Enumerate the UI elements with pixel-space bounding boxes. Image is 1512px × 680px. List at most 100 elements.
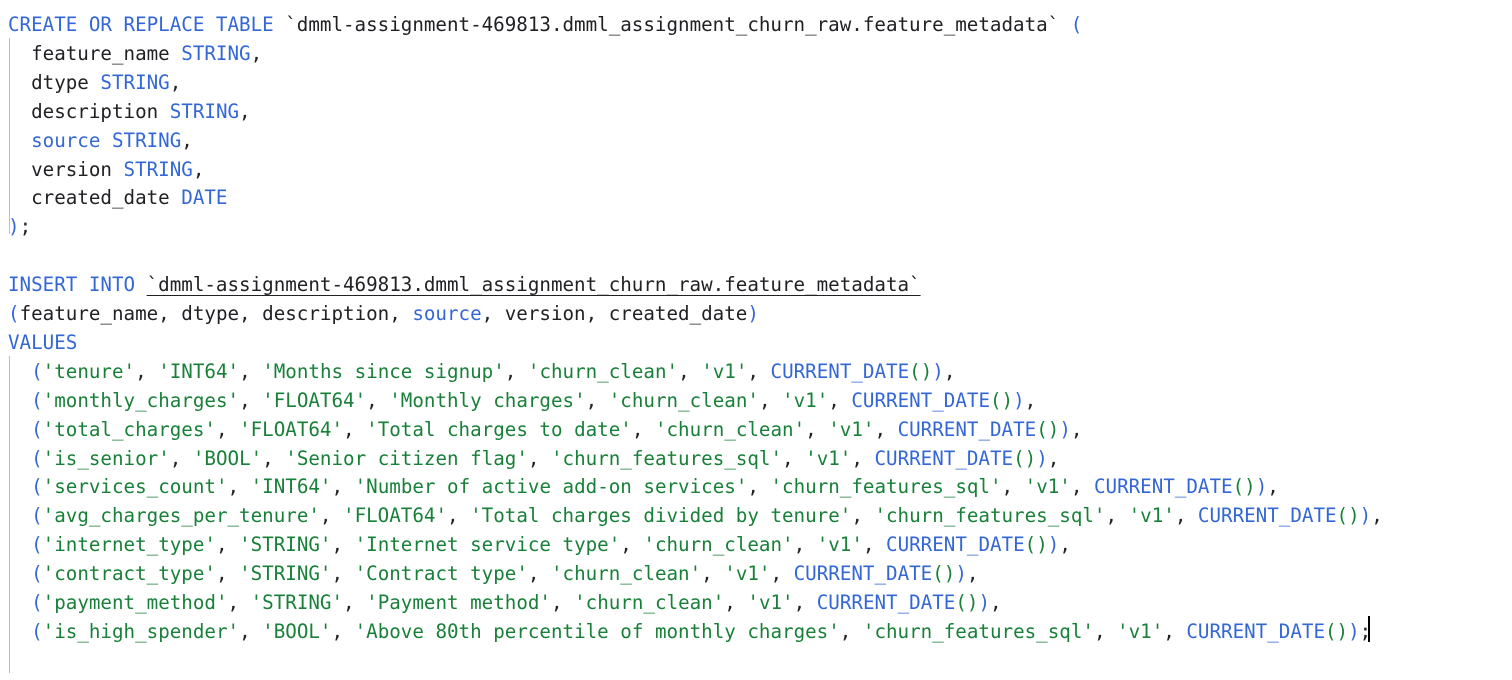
code-token: 'churn_features_sql' — [770, 475, 1002, 499]
code-token: , — [770, 562, 794, 586]
code-line[interactable]: ('contract_type', 'STRING', 'Contract ty… — [0, 559, 978, 588]
code-line[interactable]: ('total_charges', 'FLOAT64', 'Total char… — [0, 415, 1082, 444]
code-token: , — [343, 591, 367, 614]
code-line[interactable]: ('services_count', 'INT64', 'Number of a… — [0, 472, 1279, 501]
code-token: 'v1' — [805, 446, 852, 470]
code-token: ( — [31, 562, 43, 586]
code-line[interactable]: SELECT * FROM `dmml-assignment-469813.dm… — [0, 675, 944, 680]
code-line[interactable]: dtype STRING, — [0, 68, 181, 97]
code-token: , — [851, 446, 875, 470]
code-token: ) — [932, 359, 944, 383]
code-token: () — [1325, 619, 1349, 643]
code-token: source — [412, 302, 482, 325]
code-line[interactable]: (feature_name, dtype, description, sourc… — [0, 299, 759, 328]
code-token: 'Senior citizen flag' — [285, 446, 528, 470]
code-token: CURRENT_DATE — [886, 533, 1025, 557]
code-token: , — [990, 591, 1002, 614]
code-token: , — [793, 591, 817, 614]
code-token: 'is_high_spender' — [42, 619, 240, 643]
code-token: () — [1036, 417, 1060, 441]
code-token: ) — [1059, 417, 1071, 441]
code-token: , — [758, 388, 783, 412]
code-token: STRING — [111, 128, 182, 152]
code-line[interactable]: ('is_senior', 'BOOL', 'Senior citizen fl… — [0, 444, 1059, 473]
code-token: 'services_count' — [42, 475, 228, 499]
code-token: 'v1' — [1128, 504, 1175, 528]
code-token: 'payment_method' — [42, 591, 228, 614]
code-token: , — [839, 619, 863, 643]
code-token: , — [1267, 475, 1279, 499]
code-token: , — [1163, 619, 1187, 643]
code-line[interactable]: INSERT INTO `dmml-assignment-469813.dmml… — [0, 270, 921, 299]
code-token: 'churn_clean' — [574, 591, 725, 614]
code-token: 'Number of active add-on services' — [354, 475, 748, 499]
code-token: ) — [747, 302, 759, 325]
code-token: , — [874, 417, 898, 441]
code-token: 'STRING' — [239, 562, 332, 586]
code-line[interactable]: created_date DATE — [0, 183, 227, 212]
code-token: , — [793, 533, 817, 557]
text-cursor — [1368, 616, 1370, 642]
code-line[interactable]: ('tenure', 'INT64', 'Months since signup… — [0, 357, 955, 386]
code-token: 'monthly_charges' — [42, 388, 240, 412]
code-line[interactable]: ('avg_charges_per_tenure', 'FLOAT64', 'T… — [0, 501, 1383, 530]
code-token: ) — [1036, 446, 1048, 470]
code-token: 'churn_clean' — [643, 533, 794, 557]
code-token: ( — [8, 302, 20, 325]
code-line[interactable]: version STRING, — [0, 155, 204, 184]
code-line[interactable]: ('is_high_spender', 'BOOL', 'Above 80th … — [0, 617, 1371, 646]
code-token: , — [215, 533, 240, 557]
sql-editor[interactable]: CREATE OR REPLACE TABLE `dmml-assignment… — [0, 0, 1512, 680]
code-line[interactable]: ); — [0, 212, 31, 241]
code-token: CURRENT_DATE — [897, 417, 1037, 441]
code-line[interactable] — [0, 241, 8, 270]
code-token: ) — [1348, 619, 1360, 643]
code-token: , — [631, 417, 655, 441]
code-line[interactable]: source STRING, — [0, 126, 193, 155]
code-line[interactable]: description STRING, — [0, 97, 251, 126]
code-token: 'churn_features_sql' — [862, 619, 1094, 643]
code-line[interactable]: feature_name STRING, — [0, 39, 262, 68]
code-token: , — [1001, 475, 1025, 499]
code-token: ) — [1359, 504, 1372, 528]
code-token: , — [169, 70, 182, 94]
code-line[interactable]: ('monthly_charges', 'FLOAT64', 'Monthly … — [0, 386, 1036, 415]
code-token: , — [504, 359, 528, 383]
code-token: , — [966, 562, 979, 586]
code-token: 'Monthly charges' — [389, 388, 586, 412]
code-token: , — [1059, 533, 1071, 557]
code-token: , — [828, 388, 852, 412]
code-line[interactable]: ('payment_method', 'STRING', 'Payment me… — [0, 588, 1002, 617]
code-token: 'Total charges divided by tenure' — [470, 504, 852, 528]
code-token: 'avg_charges_per_tenure' — [42, 504, 320, 528]
code-token: () — [1024, 533, 1048, 557]
code-line[interactable]: VALUES — [0, 328, 77, 357]
code-token: 'v1' — [724, 562, 771, 586]
code-token: , — [319, 504, 344, 528]
code-line[interactable]: ('internet_type', 'STRING', 'Internet se… — [0, 530, 1071, 559]
code-token: 'tenure' — [42, 359, 136, 383]
code-line[interactable] — [0, 646, 8, 675]
code-token: dtype — [8, 70, 101, 94]
code-token: , — [215, 562, 240, 586]
code-token: , — [527, 562, 551, 586]
code-token: ( — [31, 475, 43, 499]
code-token: VALUES — [8, 330, 78, 354]
code-token: , — [1047, 446, 1060, 470]
code-token: , — [262, 446, 286, 470]
code-token: , — [678, 359, 702, 383]
code-token: , — [227, 591, 251, 614]
code-token: 'Total charges to date' — [366, 417, 632, 441]
code-token: , — [227, 475, 251, 499]
code-token: ( — [31, 619, 43, 643]
code-token: , — [527, 446, 551, 470]
code-token: , — [620, 533, 644, 557]
code-line[interactable]: CREATE OR REPLACE TABLE `dmml-assignment… — [0, 10, 1082, 39]
code-token: 'v1' — [782, 388, 829, 412]
code-token: ( — [31, 359, 43, 383]
code-token: , — [215, 417, 240, 441]
code-token: 'contract_type' — [42, 562, 216, 586]
